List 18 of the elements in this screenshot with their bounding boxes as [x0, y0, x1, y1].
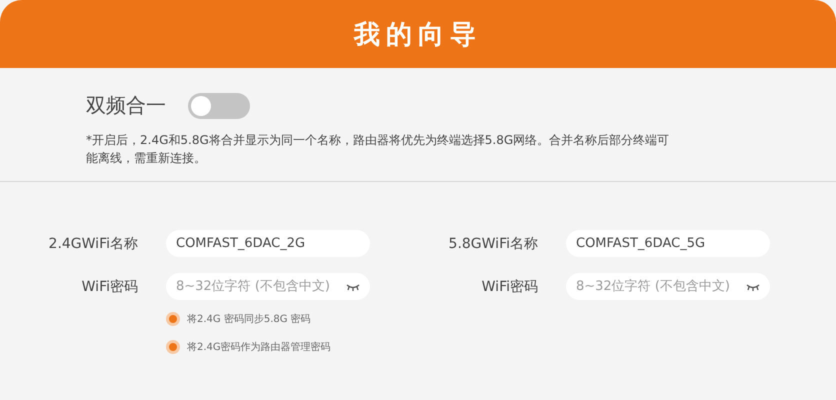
hidden-eye-icon[interactable] [746, 282, 760, 290]
field-label: 5.8GWiFi名称 [448, 234, 538, 252]
option-checkbox[interactable] [166, 340, 180, 354]
field-label: WiFi密码 [80, 278, 138, 296]
password-field[interactable]: 8~32位字符 (不包含中文) [166, 273, 370, 300]
page-title: 我的向导 [354, 18, 482, 52]
wifi-name-field[interactable]: COMFAST_6DAC_5G [566, 230, 770, 257]
toggle-label: 双频合一 [86, 92, 166, 119]
option-checkbox[interactable] [166, 312, 180, 326]
field-label: 2.4GWiFi名称 [48, 234, 138, 252]
dual-band-switch[interactable] [188, 92, 250, 118]
wifi-name-field[interactable]: COMFAST_6DAC_2G [166, 230, 370, 257]
hidden-eye-icon[interactable] [346, 282, 360, 290]
option-label: 将2.4G密码作为路由器管理密码 [187, 340, 331, 354]
note-text: *开启后，2.4G和5.8G将合并显示为同一个名称，路由器将优先为终端选择5.8G网络。合并名称后部分终端可能离线，需重新连接。 [86, 132, 670, 167]
field-label: WiFi密码 [480, 278, 538, 296]
password-field[interactable]: 8~32位字符 (不包含中文) [566, 273, 770, 300]
option-label: 将2.4G 密码同步5.8G 密码 [187, 312, 311, 326]
